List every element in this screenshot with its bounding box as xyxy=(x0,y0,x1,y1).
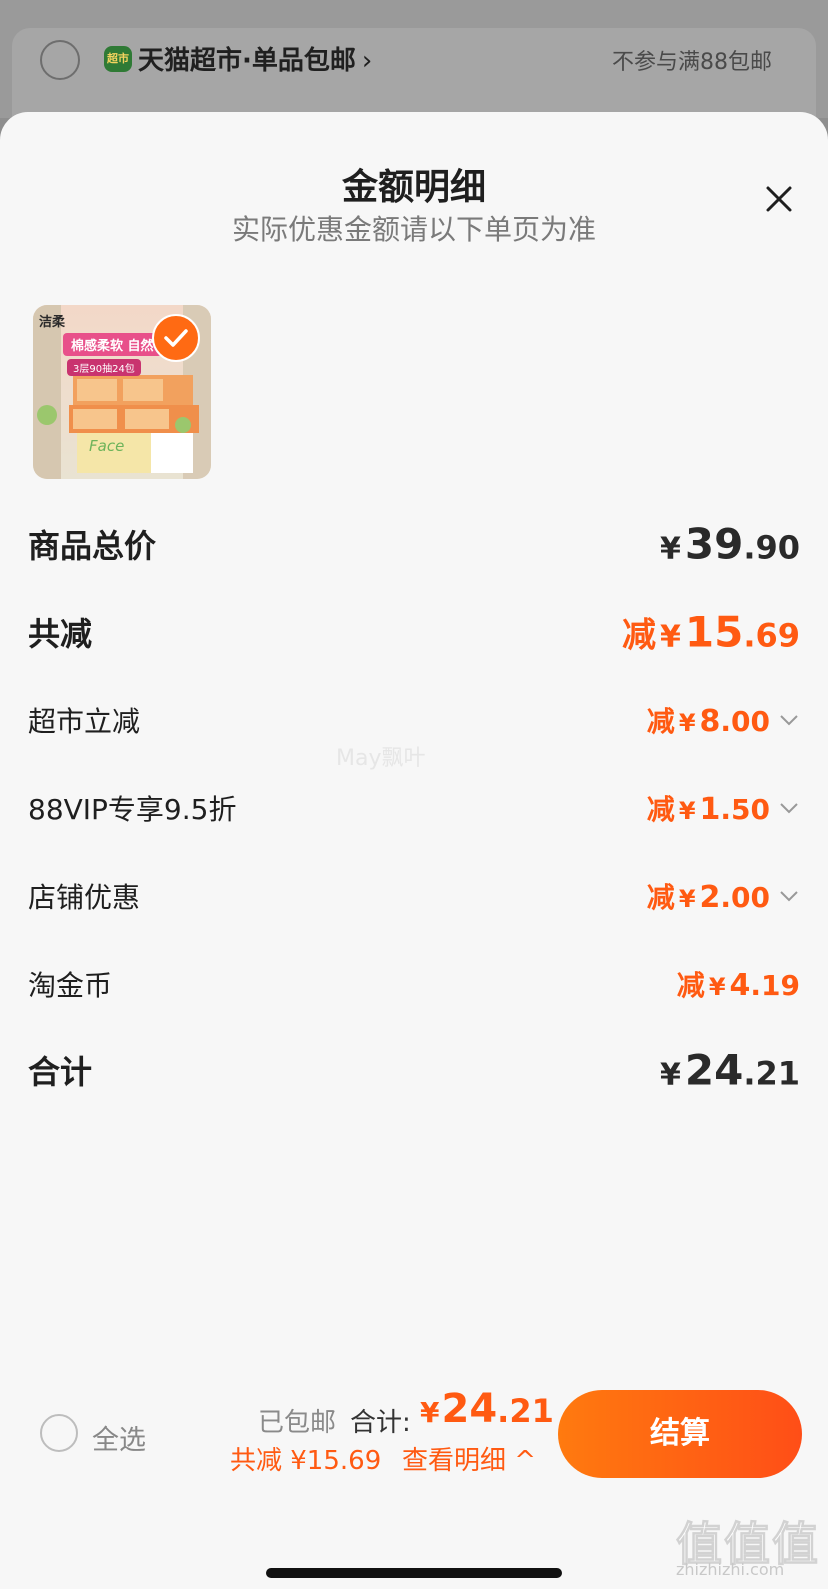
grand-total-row: 合计 ¥ 24 .21 xyxy=(28,1040,800,1100)
amount-integer: 1 xyxy=(699,792,721,827)
amount-integer: 24 xyxy=(441,1386,498,1432)
amount-decimal: .90 xyxy=(743,528,800,567)
amount-detail-sheet: 金额明细 实际优惠金额请以下单页为准 洁柔 棉感柔软 自然 3层90抽24包 F… xyxy=(0,112,828,1589)
store-name[interactable]: 天猫超市·单品包邮 › xyxy=(138,40,372,77)
shipping-status: 已包邮 xyxy=(258,1408,337,1438)
amount-integer: 4 xyxy=(729,968,751,1003)
amount-integer: 15 xyxy=(684,607,744,657)
saved-amount: 共减 ¥15.69 xyxy=(230,1446,382,1476)
store-name-text: 天猫超市·单品包邮 xyxy=(138,46,356,76)
amount-integer: 8 xyxy=(699,704,721,739)
check-mark-icon xyxy=(164,329,188,347)
sheet-subtitle: 实际优惠金额请以下单页为准 xyxy=(231,213,596,246)
currency-symbol: ¥ xyxy=(659,1057,681,1093)
currency-symbol: ¥ xyxy=(678,709,696,737)
total-discount-value: 减 ¥ 15 .69 xyxy=(622,608,800,657)
discount-prefix: 减 xyxy=(646,881,675,914)
currency-symbol: ¥ xyxy=(708,973,726,1001)
subtotal-label: 商品总价 xyxy=(28,527,157,565)
currency-symbol: ¥ xyxy=(678,797,696,825)
home-indicator[interactable] xyxy=(266,1568,562,1578)
amount-decimal: .21 xyxy=(743,1054,800,1093)
currency-symbol: ¥ xyxy=(659,531,681,567)
total-amount: ¥ 24 .21 xyxy=(420,1386,554,1432)
amount-decimal: .21 xyxy=(497,1392,554,1430)
amount-integer: 39 xyxy=(684,519,744,569)
discount-item-row: 淘金币 减 ¥ 4 .19 xyxy=(28,954,800,1014)
currency-symbol: ¥ xyxy=(678,885,696,913)
total-discount-label: 共减 xyxy=(28,615,93,653)
discount-item-label: 超市立减 xyxy=(28,705,141,738)
discount-prefix: 减 xyxy=(646,705,675,738)
subtotal-value: ¥ 39 .90 xyxy=(660,520,800,569)
shipping-note: 不参与满88包邮 xyxy=(612,50,772,75)
view-detail-link[interactable]: 查看明细 ^ xyxy=(402,1440,536,1477)
store-select-radio[interactable] xyxy=(40,40,80,80)
supermarket-badge: 超市 xyxy=(104,46,132,72)
total-discount-row: 共减 减 ¥ 15 .69 xyxy=(28,602,800,662)
product-spec: 3层90抽24包 xyxy=(67,359,141,376)
discount-item-row[interactable]: 88VIP专享9.5折 减 ¥ 1 .50 xyxy=(28,778,800,838)
selected-check-icon[interactable] xyxy=(152,314,200,362)
amount-integer: 24 xyxy=(684,1045,744,1095)
amount-decimal: .69 xyxy=(743,616,800,655)
amount-decimal: .00 xyxy=(720,881,770,914)
discount-item-value: 减 ¥ 8 .00 xyxy=(647,700,800,740)
chevron-down-icon[interactable] xyxy=(778,889,800,903)
currency-symbol: ¥ xyxy=(659,619,681,655)
discount-item-label: 淘金币 xyxy=(28,969,113,1002)
currency-symbol: ¥ xyxy=(420,1396,440,1429)
discount-prefix: 减 xyxy=(621,615,656,656)
discount-item-label: 88VIP专享9.5折 xyxy=(28,793,237,826)
amount-integer: 2 xyxy=(699,880,721,915)
discount-item-value: 减 ¥ 4 .19 xyxy=(677,964,800,1004)
discount-prefix: 减 xyxy=(646,793,675,826)
site-url-watermark: zhizhizhi.com xyxy=(676,1560,785,1579)
product-banner: 棉感柔软 自然 xyxy=(63,333,162,356)
discount-item-value: 减 ¥ 2 .00 xyxy=(647,876,800,916)
sheet-title: 金额明细 xyxy=(341,167,486,208)
discount-prefix: 减 xyxy=(676,969,705,1002)
chevron-down-icon[interactable] xyxy=(778,713,800,727)
product-brand: 洁柔 xyxy=(39,315,66,330)
total-label: 合计: xyxy=(350,1408,411,1438)
discount-item-value: 减 ¥ 1 .50 xyxy=(647,788,800,828)
select-all-radio[interactable] xyxy=(40,1414,78,1452)
checkout-button[interactable]: 结算 xyxy=(558,1390,802,1478)
amount-decimal: .50 xyxy=(720,793,770,826)
discount-item-label: 店铺优惠 xyxy=(28,881,141,914)
product-line: Face xyxy=(89,437,125,455)
amount-decimal: .19 xyxy=(750,969,800,1002)
grand-total-label: 合计 xyxy=(28,1053,93,1091)
chevron-right-icon: › xyxy=(361,46,373,76)
discount-item-row[interactable]: 店铺优惠 减 ¥ 2 .00 xyxy=(28,866,800,926)
subtotal-row: 商品总价 ¥ 39 .90 xyxy=(28,514,800,574)
user-watermark: May飘叶 xyxy=(336,746,426,771)
amount-decimal: .00 xyxy=(720,705,770,738)
grand-total-value: ¥ 24 .21 xyxy=(660,1046,800,1095)
chevron-down-icon[interactable] xyxy=(778,801,800,815)
close-icon[interactable] xyxy=(762,182,796,216)
select-all-label[interactable]: 全选 xyxy=(92,1418,146,1457)
